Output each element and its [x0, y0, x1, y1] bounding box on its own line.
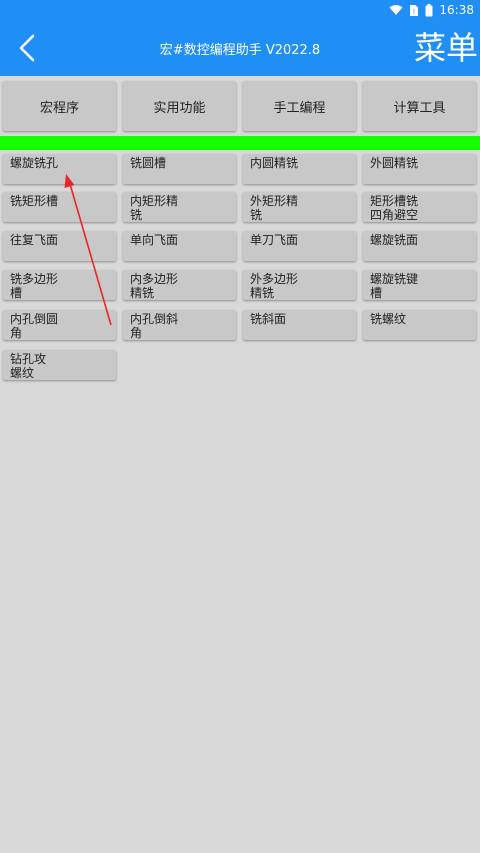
- tab-manual-programming[interactable]: 手工编程: [243, 81, 356, 131]
- hole-fillet-button[interactable]: 内孔倒圆 角: [3, 310, 116, 340]
- rectangular-slot-button[interactable]: 铣矩形槽: [3, 192, 116, 222]
- circular-slot-button[interactable]: 铣圆槽: [123, 154, 236, 184]
- status-bar: ! 16:38: [0, 0, 480, 20]
- tab-calculation-tools[interactable]: 计算工具: [363, 81, 476, 131]
- no-sim-icon: !: [410, 4, 419, 16]
- status-time: 16:38: [439, 3, 474, 17]
- thread-milling-button[interactable]: 铣螺纹: [363, 310, 476, 340]
- drill-tap-button[interactable]: 钻孔攻 螺纹: [3, 350, 116, 380]
- inner-rectangle-finishing-button[interactable]: 内矩形精 铣: [123, 192, 236, 222]
- tab-utility-functions[interactable]: 实用功能: [123, 81, 236, 131]
- unidirectional-face-milling-button[interactable]: 单向飞面: [123, 231, 236, 261]
- outer-circle-finishing-button[interactable]: 外圆精铣: [363, 154, 476, 184]
- accent-bar: [0, 136, 480, 150]
- outer-rectangle-finishing-button[interactable]: 外矩形精 铣: [243, 192, 356, 222]
- page-title: 宏#数控编程助手 V2022.8: [159, 42, 321, 58]
- back-arrow-icon: [19, 34, 35, 62]
- polygon-slot-button[interactable]: 铣多边形 槽: [3, 270, 116, 300]
- outer-polygon-finishing-button[interactable]: 外多边形 精铣: [243, 270, 356, 300]
- single-cutter-face-milling-button[interactable]: 单刀飞面: [243, 231, 356, 261]
- tab-macro-program[interactable]: 宏程序: [3, 81, 116, 131]
- helical-keyway-button[interactable]: 螺旋铣键 槽: [363, 270, 476, 300]
- inner-circle-finishing-button[interactable]: 内圆精铣: [243, 154, 356, 184]
- status-icons: ! 16:38: [389, 3, 474, 17]
- svg-text:!: !: [413, 8, 416, 16]
- wifi-icon: [389, 5, 403, 15]
- menu-button[interactable]: 菜单: [414, 28, 478, 68]
- bevel-milling-button[interactable]: 铣斜面: [243, 310, 356, 340]
- app-bar: 宏#数控编程助手 V2022.8 菜单: [0, 20, 480, 76]
- helical-face-milling-button[interactable]: 螺旋铣面: [363, 231, 476, 261]
- reciprocating-face-milling-button[interactable]: 往复飞面: [3, 231, 116, 261]
- category-tabs: 宏程序 实用功能 手工编程 计算工具: [0, 76, 480, 136]
- back-button[interactable]: [12, 30, 42, 66]
- battery-icon: [425, 3, 433, 16]
- helical-hole-milling-button[interactable]: 螺旋铣孔: [3, 154, 116, 184]
- inner-polygon-finishing-button[interactable]: 内多边形 精铣: [123, 270, 236, 300]
- hole-chamfer-button[interactable]: 内孔倒斜 角: [123, 310, 236, 340]
- rect-slot-corner-relief-button[interactable]: 矩形槽铣 四角避空: [363, 192, 476, 222]
